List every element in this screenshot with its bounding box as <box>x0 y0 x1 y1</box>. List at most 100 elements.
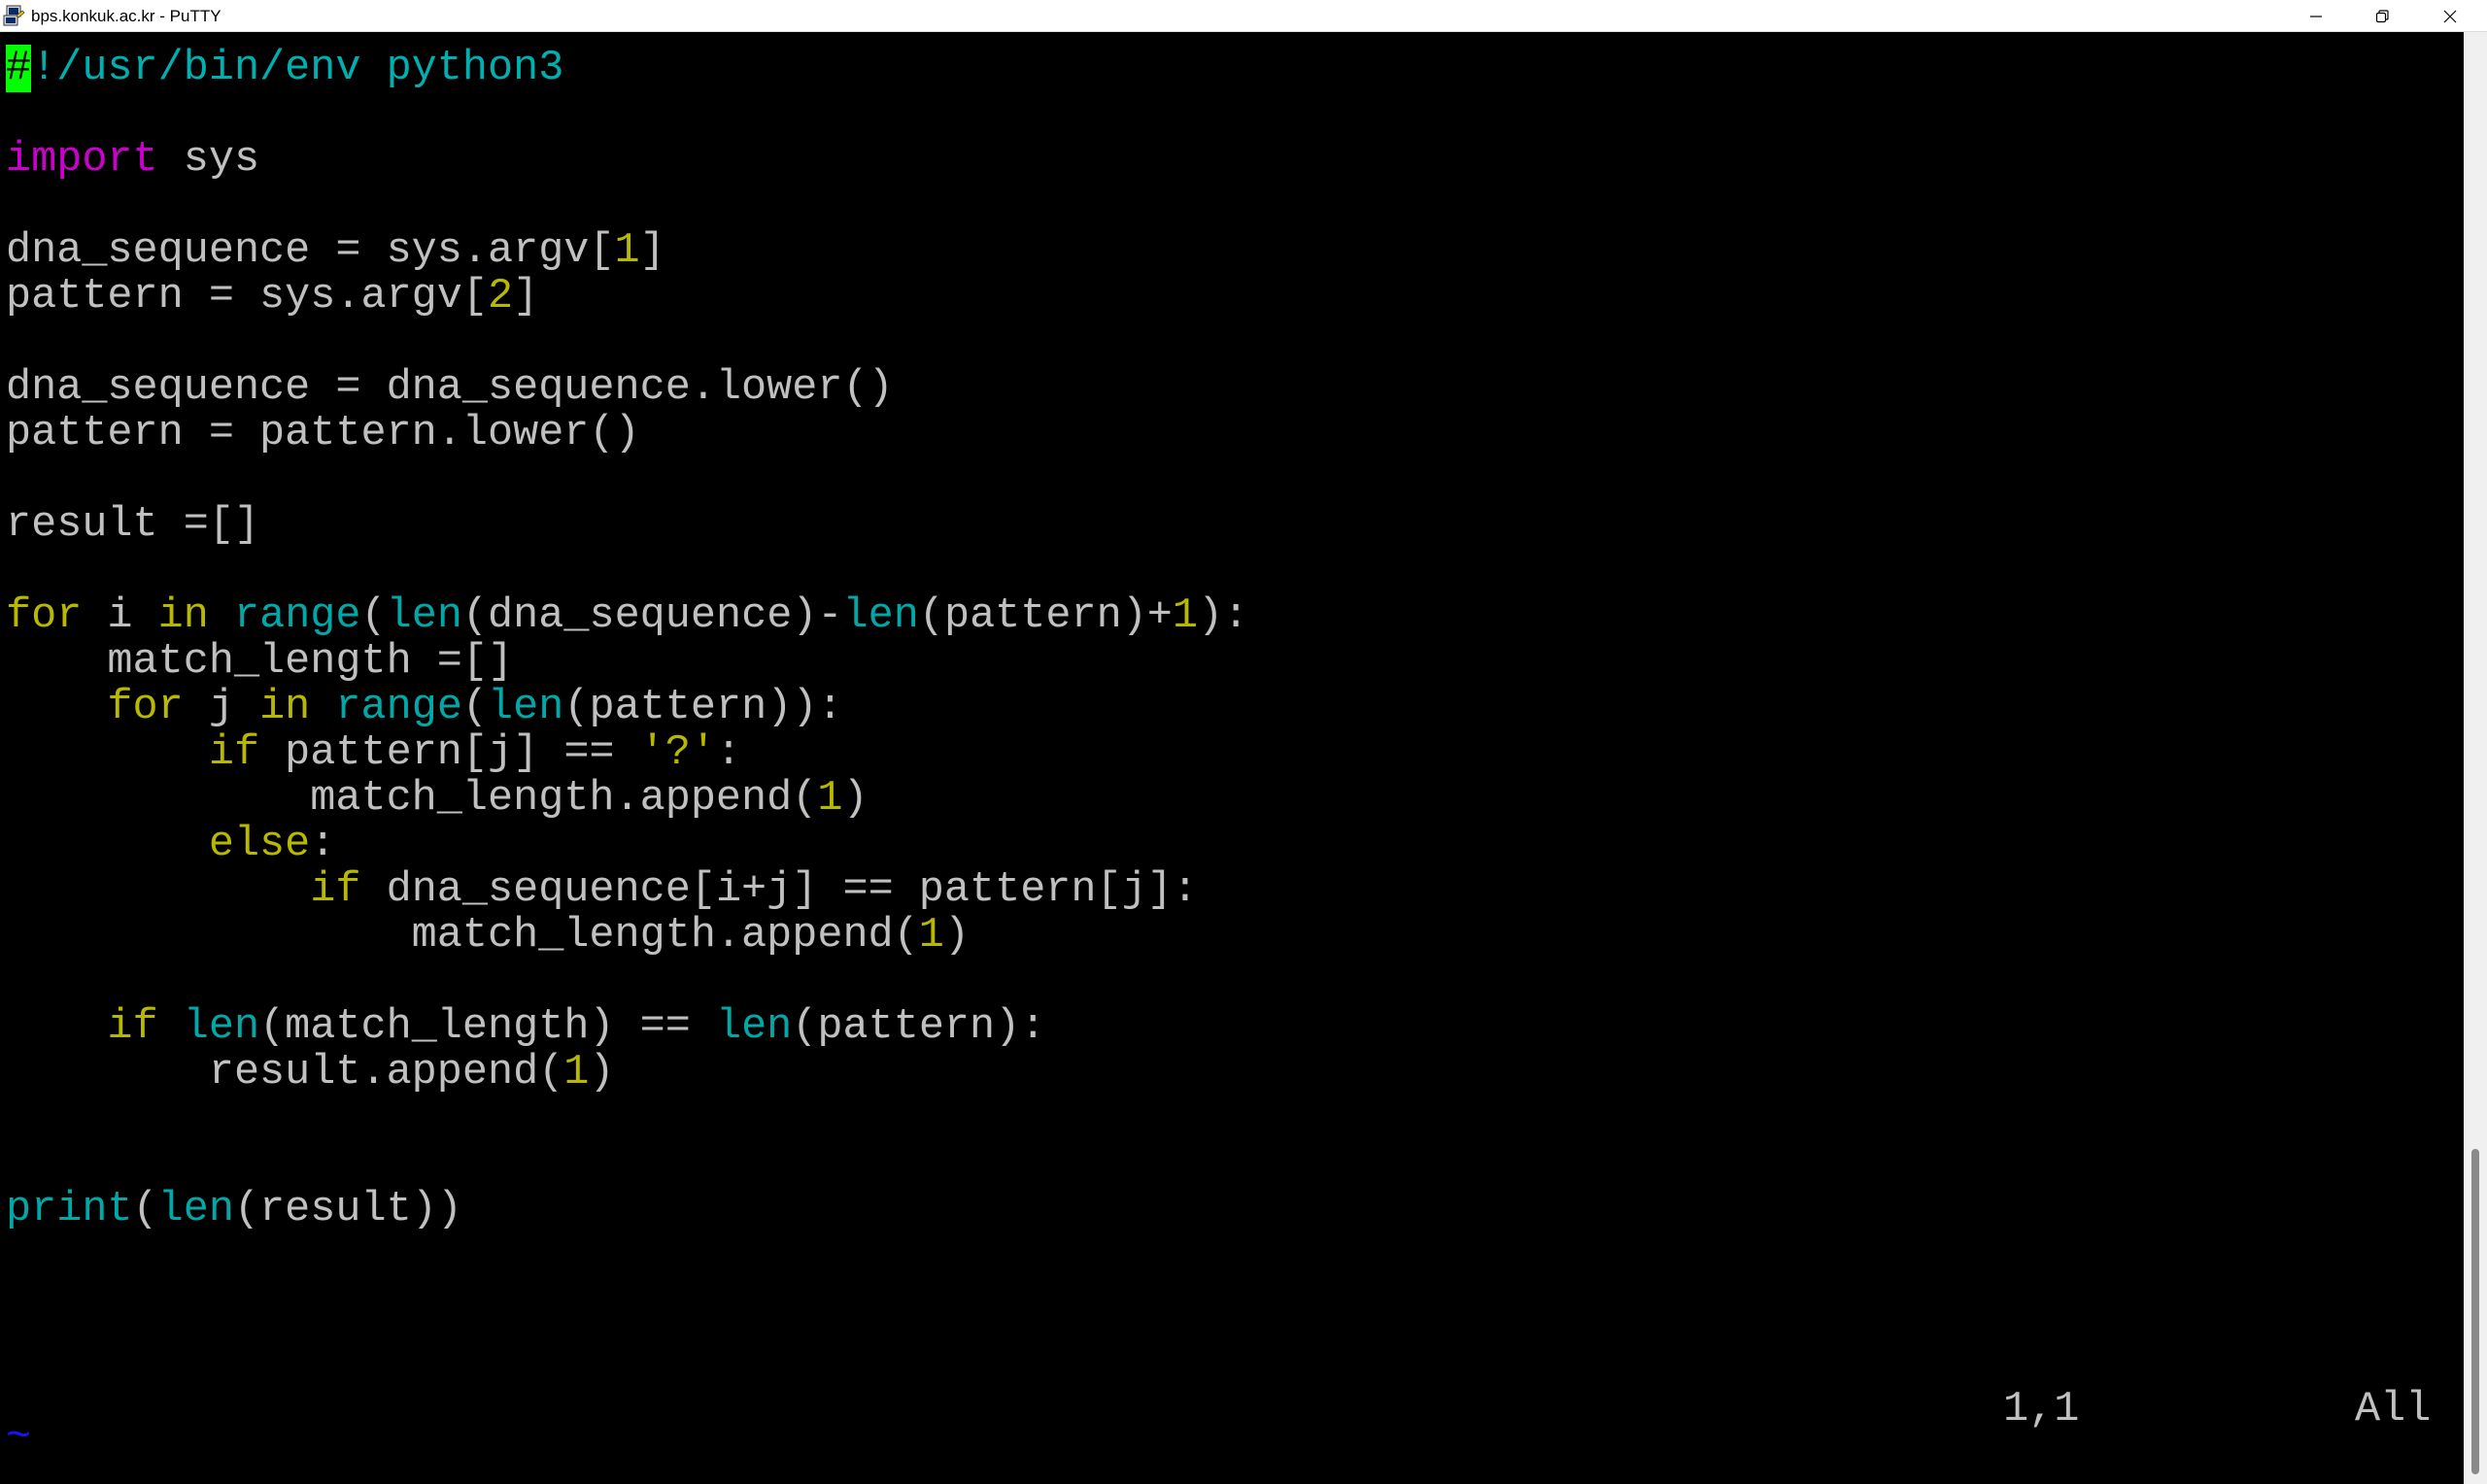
cursor-position: 1,1 <box>2003 1386 2080 1433</box>
code-token: if <box>310 866 361 914</box>
code-line: match_length.append(1) <box>6 913 970 959</box>
code-token: 1 <box>817 775 843 823</box>
code-token: (result)) <box>233 1186 462 1233</box>
code-token: ] <box>513 273 539 320</box>
minimize-icon <box>2310 15 2322 17</box>
scrollbar[interactable] <box>2464 32 2487 1484</box>
code-line: import sys <box>6 137 259 183</box>
code-token: print <box>6 1186 133 1233</box>
code-line: pattern = sys.argv[2] <box>6 274 538 320</box>
code-token: result =[] <box>6 501 260 549</box>
code-token: len <box>183 1003 260 1051</box>
code-line: print(len(result)) <box>6 1187 462 1232</box>
code-token: ( <box>132 1186 158 1233</box>
code-token: ) <box>589 1049 615 1096</box>
code-token: in <box>259 684 311 731</box>
minimize-button[interactable] <box>2283 0 2349 32</box>
code-token: '?' <box>639 729 716 777</box>
code-token: 1 <box>918 912 944 960</box>
window-title: bps.konkuk.ac.kr - PuTTY <box>31 7 221 25</box>
code-line: match_length =[] <box>6 639 513 685</box>
code-token: len <box>842 592 919 640</box>
code-line: dna_sequence = sys.argv[1] <box>6 228 665 274</box>
code-token: ) <box>943 912 970 960</box>
code-token: if <box>107 1003 158 1051</box>
code-token: 2 <box>487 273 514 320</box>
close-icon <box>2443 10 2457 22</box>
terminal-area[interactable]: #!/usr/bin/env python3 import sys dna_sequ… <box>0 32 2464 1484</box>
code-line: if len(match_length) == len(pattern): <box>6 1004 1045 1050</box>
code-token: ( <box>461 684 489 731</box>
code-token: !/usr/bin/env python3 <box>31 45 564 92</box>
code-token: pattern[j] == <box>259 729 640 777</box>
code-token: : <box>310 821 336 868</box>
code-token: if <box>208 729 260 777</box>
code-token: len <box>157 1186 234 1233</box>
putty-icon[interactable] <box>3 4 26 27</box>
code-token: ): <box>1198 592 1249 640</box>
code-line: result =[] <box>6 502 259 548</box>
code-token: match_length =[] <box>6 638 514 686</box>
code-token: : <box>715 729 742 777</box>
code-token: (dna_sequence)- <box>461 592 843 640</box>
close-button[interactable] <box>2417 0 2483 32</box>
code-line: for j in range(len(pattern)): <box>6 684 843 731</box>
restore-icon <box>2375 9 2389 22</box>
code-token: for <box>6 592 83 640</box>
scroll-indicator: All <box>2355 1386 2432 1433</box>
title-bar[interactable]: bps.konkuk.ac.kr - PuTTY <box>0 0 2487 32</box>
code-token: sys <box>157 136 260 184</box>
code-token: (pattern)): <box>563 684 843 731</box>
code-token: len <box>386 592 462 640</box>
code-token: len <box>488 684 564 731</box>
code-token: pattern = sys.argv[ <box>6 273 488 320</box>
code-token: (pattern)+ <box>918 592 1173 640</box>
code-token: len <box>715 1003 793 1051</box>
restore-button[interactable] <box>2349 0 2415 32</box>
code-token: ] <box>639 227 665 275</box>
code-line: match_length.append(1) <box>6 775 869 823</box>
code-token: match_length.append( <box>6 912 919 960</box>
code-token: import <box>6 136 158 184</box>
code-token: dna_sequence = dna_sequence.lower() <box>6 364 894 412</box>
code-line: dna_sequence = dna_sequence.lower() <box>6 365 894 411</box>
code-token: 1 <box>1172 592 1199 640</box>
code-token: range <box>335 684 462 731</box>
code-token: in <box>157 592 209 640</box>
code-token: dna_sequence[i+j] == pattern[j]: <box>360 866 1198 914</box>
code-token: else <box>208 821 311 868</box>
code-token: (match_length) == <box>259 1003 716 1051</box>
code-line: ~ <box>6 1415 31 1461</box>
code-line: else: <box>6 821 336 868</box>
code-token: ( <box>360 592 387 640</box>
code-token: dna_sequence = sys.argv[ <box>6 227 615 275</box>
code-token: 1 <box>614 227 640 275</box>
code-token: 1 <box>563 1049 590 1096</box>
code-token: result.append( <box>6 1049 564 1096</box>
code-line: pattern = pattern.lower() <box>6 411 640 456</box>
scrollbar-thumb[interactable] <box>2471 1149 2479 1474</box>
code-token: i <box>82 592 158 640</box>
empty-line-marker: ~ <box>6 1414 32 1462</box>
code-token: for <box>107 684 184 731</box>
text-cursor: # <box>6 45 32 92</box>
code-token: range <box>233 592 361 640</box>
code-token: pattern = pattern.lower() <box>6 410 640 457</box>
code-line: if dna_sequence[i+j] == pattern[j]: <box>6 867 1198 913</box>
code-token: ) <box>842 775 869 823</box>
code-line: if pattern[j] == '?': <box>6 730 741 776</box>
code-line: #!/usr/bin/env python3 <box>6 45 564 92</box>
code-line: for i in range(len(dna_sequence)-len(pat… <box>6 593 1248 639</box>
code-token: match_length.append( <box>6 775 818 823</box>
code-line: result.append(1) <box>6 1050 615 1096</box>
code-token: (pattern): <box>792 1003 1046 1051</box>
code-token: j <box>183 684 260 731</box>
